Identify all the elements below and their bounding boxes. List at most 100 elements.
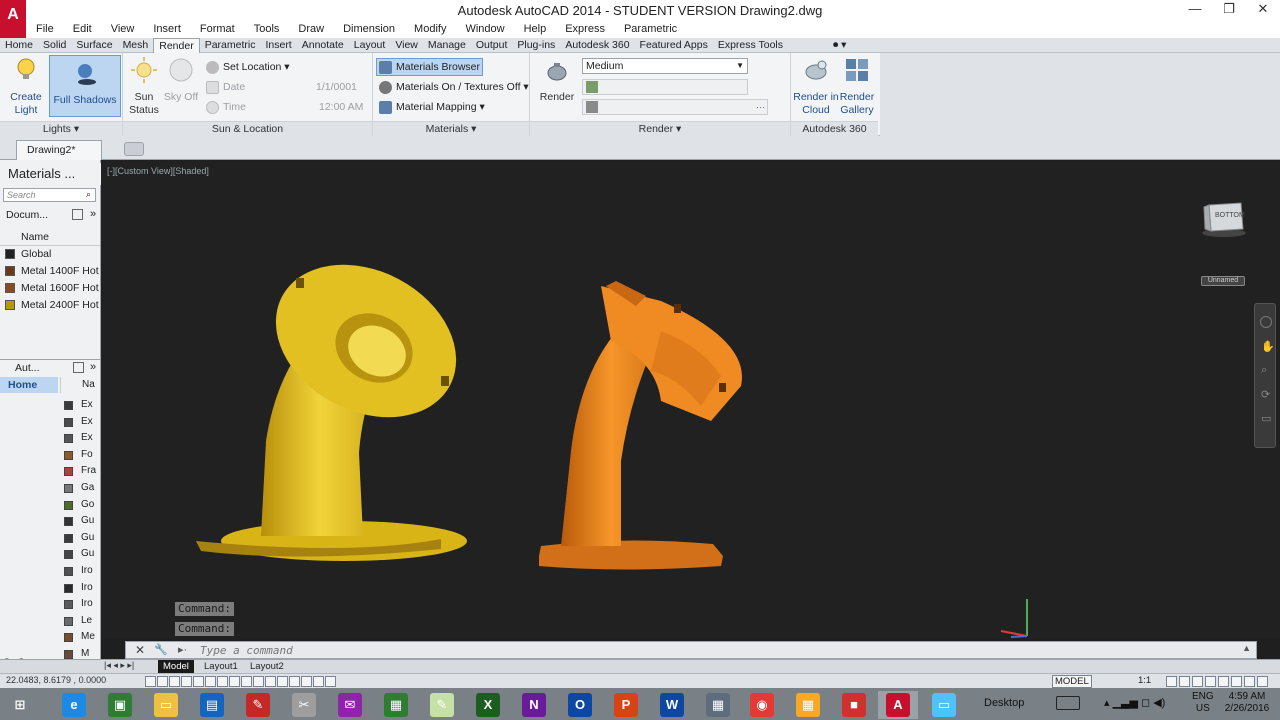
- library-material-row[interactable]: Iro: [60, 580, 100, 597]
- menu-item-window[interactable]: Window: [455, 20, 513, 38]
- model-space-toggle[interactable]: MODEL: [1052, 675, 1092, 688]
- library-view-icon[interactable]: [73, 362, 84, 373]
- desktop-toolbar[interactable]: Desktop: [984, 697, 1024, 709]
- status-tool-icon[interactable]: [1205, 676, 1216, 687]
- yellow-elbow-part[interactable]: [196, 235, 483, 561]
- materials-browser-button[interactable]: Materials Browser: [376, 58, 484, 76]
- lights-panel-title[interactable]: Lights ▾: [0, 121, 122, 136]
- drafting-toggle-icon[interactable]: [313, 676, 324, 687]
- layout-nav-arrows-icon[interactable]: |◂ ◂ ▸ ▸|: [104, 660, 134, 671]
- library-material-row[interactable]: Go: [60, 497, 100, 514]
- layout1-tab[interactable]: Layout1: [199, 660, 243, 673]
- time-slider[interactable]: Time 12:00 AM: [206, 99, 366, 117]
- pan-icon[interactable]: ✋: [1261, 340, 1275, 353]
- orange-elbow-part[interactable]: [539, 281, 742, 570]
- status-tool-icon[interactable]: [1179, 676, 1190, 687]
- annotation-scale[interactable]: 1:1: [1138, 675, 1151, 686]
- full-shadows-button[interactable]: Full Shadows: [49, 55, 121, 117]
- language-indicator[interactable]: ENG US: [1192, 691, 1214, 715]
- material-row[interactable]: Metal 2400F Hot: [0, 297, 100, 313]
- taskbar-clock[interactable]: 4:59 AM 2/26/2016: [1222, 691, 1272, 715]
- view-toggle-icon[interactable]: [72, 209, 83, 220]
- chrome-taskbar-button[interactable]: ◉: [742, 691, 782, 719]
- drafting-toggle-icon[interactable]: [181, 676, 192, 687]
- tray-icons[interactable]: ▴ ▁▃▅ ◻ ◀): [1104, 696, 1165, 709]
- status-tool-icon[interactable]: [1218, 676, 1229, 687]
- library-name-column[interactable]: Na: [60, 377, 100, 393]
- showmotion-icon[interactable]: ▭: [1261, 412, 1271, 425]
- new-drawing-tab-button[interactable]: [124, 142, 144, 156]
- drafting-toggle-icon[interactable]: [241, 676, 252, 687]
- drafting-toggle-icon[interactable]: [217, 676, 228, 687]
- render-quality-dropdown[interactable]: Medium ▼: [582, 58, 748, 74]
- render-output-size-field[interactable]: [582, 79, 748, 95]
- sun-status-button[interactable]: Sun Status: [126, 56, 162, 117]
- drafting-toggle-icon[interactable]: [205, 676, 216, 687]
- ribbon-tab-render[interactable]: Render: [153, 38, 200, 53]
- menu-item-help[interactable]: Help: [514, 20, 556, 38]
- menu-item-format[interactable]: Format: [190, 20, 244, 38]
- ribbon-tab-manage[interactable]: Manage: [423, 38, 471, 53]
- paint-taskbar-button[interactable]: ✎: [238, 691, 278, 719]
- outlook-taskbar-button[interactable]: O: [560, 691, 600, 719]
- menu-item-insert[interactable]: Insert: [143, 20, 190, 38]
- menu-item-view[interactable]: View: [101, 20, 144, 38]
- ribbon-tab-parametric[interactable]: Parametric: [200, 38, 261, 53]
- sky-off-button[interactable]: Sky Off: [163, 56, 199, 104]
- browse-icon[interactable]: …: [756, 100, 765, 110]
- drawing-viewport[interactable]: [-][Custom View][Shaded] BOTTOM Unnamed …: [101, 161, 1280, 639]
- status-tool-icon[interactable]: [1192, 676, 1203, 687]
- expand-icon[interactable]: »: [90, 208, 96, 220]
- status-tool-icon[interactable]: [1231, 676, 1242, 687]
- drafting-toggle-icon[interactable]: [301, 676, 312, 687]
- drafting-toggle-icon[interactable]: [145, 676, 156, 687]
- notes-taskbar-button[interactable]: ✎: [422, 691, 462, 719]
- ribbon-tab-solid[interactable]: Solid: [38, 38, 71, 53]
- menu-item-file[interactable]: File: [26, 20, 63, 38]
- library-material-row[interactable]: Ex: [60, 414, 100, 431]
- library-material-row[interactable]: Fo: [60, 447, 100, 464]
- material-row[interactable]: Metal 1400F Hot: [0, 263, 100, 279]
- material-mapping-dropdown[interactable]: Material Mapping ▾: [379, 99, 485, 117]
- library-material-row[interactable]: Gu: [60, 513, 100, 530]
- orbit-icon[interactable]: ⟳: [1261, 388, 1270, 401]
- zoom-icon[interactable]: ⌕: [1261, 364, 1267, 377]
- library-dropdown[interactable]: Aut...: [15, 362, 40, 374]
- word-taskbar-button[interactable]: W: [652, 691, 692, 719]
- viewcube[interactable]: BOTTOM: [1201, 199, 1247, 237]
- drafting-toggle-icon[interactable]: [325, 676, 336, 687]
- excel-taskbar-button[interactable]: X: [468, 691, 508, 719]
- library-material-row[interactable]: Ga: [60, 480, 100, 497]
- material-row[interactable]: Metal 1600F Hot: [0, 280, 100, 296]
- status-tool-icon[interactable]: [1257, 676, 1268, 687]
- record-taskbar-button[interactable]: ■: [834, 691, 874, 719]
- menu-item-edit[interactable]: Edit: [63, 20, 101, 38]
- model-tab[interactable]: Model: [158, 660, 194, 673]
- minimize-button[interactable]: —: [1178, 0, 1212, 20]
- drafting-toggle-icon[interactable]: [253, 676, 264, 687]
- ribbon-tab-home[interactable]: Home: [0, 38, 38, 53]
- library-material-row[interactable]: Gu: [60, 530, 100, 547]
- drafting-toggle-icon[interactable]: [169, 676, 180, 687]
- menu-item-draw[interactable]: Draw: [288, 20, 333, 38]
- menu-item-tools[interactable]: Tools: [244, 20, 289, 38]
- command-input[interactable]: [200, 643, 1100, 657]
- ribbon-tab-featured-apps[interactable]: Featured Apps: [635, 38, 713, 53]
- ribbon-tab-plug-ins[interactable]: Plug-ins: [512, 38, 560, 53]
- calculator-taskbar-button[interactable]: ▦: [376, 691, 416, 719]
- library-home-item[interactable]: Home: [0, 377, 58, 393]
- name-column-header[interactable]: Name: [0, 228, 100, 246]
- onenote-taskbar-button[interactable]: N: [514, 691, 554, 719]
- powerpoint-taskbar-button[interactable]: P: [606, 691, 646, 719]
- windows-start-taskbar-button[interactable]: ⊞: [0, 691, 40, 719]
- library-expand-icon[interactable]: »: [90, 361, 96, 373]
- status-tool-icon[interactable]: [1244, 676, 1255, 687]
- materials-panel-title[interactable]: Materials ▾: [373, 121, 529, 136]
- library-material-row[interactable]: Iro: [60, 563, 100, 580]
- tiles-taskbar-button[interactable]: ▦: [698, 691, 738, 719]
- menu-item-modify[interactable]: Modify: [404, 20, 455, 38]
- command-line-expand-icon[interactable]: ▲: [1242, 643, 1251, 653]
- render-button[interactable]: Render: [536, 56, 578, 104]
- ribbon-minimize-icon[interactable]: ⏺ ▾: [828, 38, 851, 53]
- maps-taskbar-button[interactable]: ✉: [330, 691, 370, 719]
